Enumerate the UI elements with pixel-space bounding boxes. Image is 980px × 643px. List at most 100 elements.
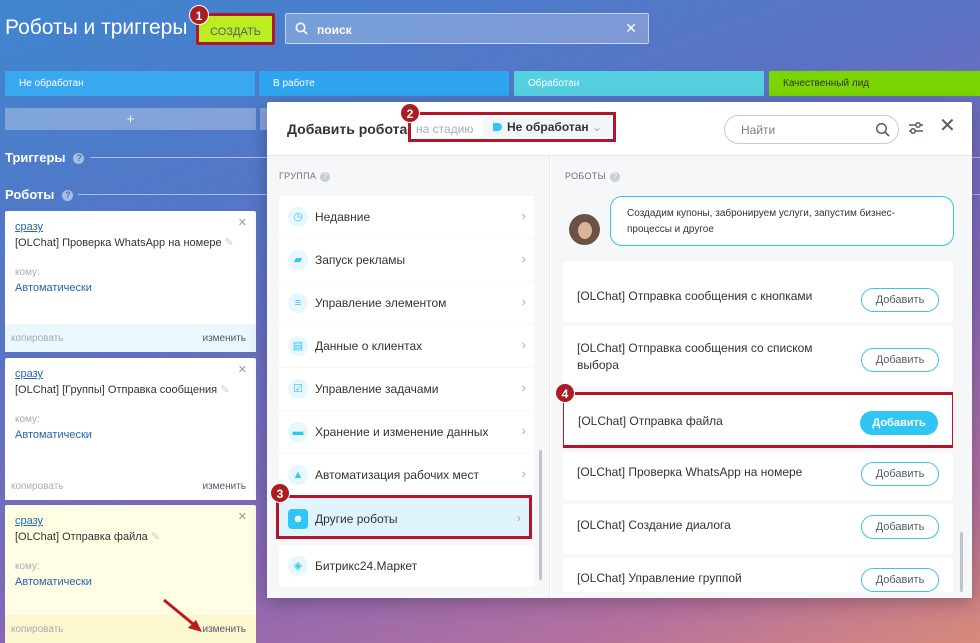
stage-not-processed[interactable]: Не обработан: [5, 71, 255, 96]
group-advertising[interactable]: ▰ Запуск рекламы ›: [279, 239, 534, 281]
robot-item-selected[interactable]: [OLChat] Отправка файла Добавить: [563, 392, 953, 448]
robots-label: Роботы: [5, 187, 55, 202]
close-icon[interactable]: ✕: [939, 116, 956, 136]
group-market[interactable]: ◈ Битрикс24.Маркет: [279, 545, 534, 587]
robots-panel: РОБОТЫ? Создадим купоны, забронируем усл…: [551, 156, 972, 598]
groups-panel: ГРУППА? ◷ Недавние › ▰ Запуск рекламы › ≡ Упр…: [267, 156, 550, 598]
group-label: Данные о клиентах: [315, 339, 423, 353]
delete-icon[interactable]: ✕: [238, 510, 247, 523]
robot-card[interactable]: сразу ✕ [OLChat] Проверка WhatsApp на но…: [5, 211, 256, 352]
robot-item[interactable]: [OLChat] Управление группой Добавить: [563, 558, 953, 592]
stage-processed[interactable]: Обработан: [514, 71, 764, 96]
robot-name: [OLChat] Отправка файла ✎: [15, 531, 161, 543]
group-label: Запуск рекламы: [315, 253, 406, 267]
recipient-label: кому:: [15, 561, 40, 572]
copy-link[interactable]: копировать: [11, 481, 64, 492]
condition-link[interactable]: сразу: [15, 221, 43, 233]
group-data[interactable]: ▬ Хранение и изменение данных ›: [279, 411, 534, 453]
robot-item[interactable]: [OLChat] Создание диалога Добавить: [563, 504, 953, 554]
settings-icon[interactable]: [908, 120, 924, 141]
group-label: Хранение и изменение данных: [315, 425, 489, 439]
add-button[interactable]: Добавить: [860, 411, 938, 435]
step-marker-2: 2: [400, 103, 420, 123]
clear-search-icon[interactable]: ✕: [625, 20, 637, 37]
robot-item[interactable]: [OLChat] Проверка WhatsApp на номере Доб…: [563, 452, 953, 500]
condition-link[interactable]: сразу: [15, 368, 43, 380]
pencil-icon[interactable]: ✎: [220, 384, 229, 396]
search-icon[interactable]: [875, 122, 890, 142]
search-placeholder: Найти: [741, 123, 776, 137]
pencil-icon[interactable]: ✎: [151, 531, 160, 543]
market-icon: ◈: [288, 556, 308, 576]
pencil-icon[interactable]: ✎: [225, 237, 234, 249]
chevron-right-icon: ›: [521, 466, 526, 481]
robots-heading: Роботы?: [5, 187, 74, 202]
id-card-icon: ▤: [288, 336, 308, 356]
robot-search-input[interactable]: Найти: [724, 115, 899, 144]
robot-item[interactable]: [OLChat] Отправка сообщения со списком в…: [563, 326, 953, 388]
stage-qualified-lead[interactable]: Качественный лид: [769, 71, 980, 96]
help-icon[interactable]: ?: [73, 153, 85, 165]
chevron-right-icon: ›: [521, 251, 526, 266]
group-tasks[interactable]: ☑ Управление задачами ›: [279, 368, 534, 410]
edit-link[interactable]: изменить: [202, 481, 246, 492]
copy-link[interactable]: копировать: [11, 333, 64, 344]
copy-link[interactable]: копировать: [11, 624, 64, 635]
divider: [90, 157, 267, 158]
help-icon[interactable]: ?: [320, 171, 331, 182]
scrollbar[interactable]: [960, 532, 963, 592]
triggers-label: Триггеры: [5, 150, 66, 165]
search-input[interactable]: поиск ✕: [285, 13, 649, 44]
card-footer: копировать изменить: [5, 324, 256, 352]
robot-item-label: [OLChat] Отправка файла: [578, 414, 723, 428]
stage-selector[interactable]: на стадию Не обработан ⌄: [408, 112, 616, 142]
avatar: [569, 214, 600, 245]
divider: [972, 157, 980, 158]
help-icon[interactable]: ?: [609, 171, 620, 182]
stage-in-progress[interactable]: В работе: [259, 71, 509, 96]
group-other-robots[interactable]: ☻ Другие роботы ›: [276, 495, 532, 539]
stage-label: Не обработан: [19, 78, 84, 89]
group-element[interactable]: ≡ Управление элементом ›: [279, 282, 534, 324]
robots-list: [OLChat] Отправка сообщения с кнопками Д…: [563, 262, 953, 592]
megaphone-icon: ▰: [288, 250, 308, 270]
help-icon[interactable]: ?: [62, 190, 74, 202]
group-workplace[interactable]: ▲ Автоматизация рабочих мест ›: [279, 454, 534, 496]
edit-link[interactable]: изменить: [202, 333, 246, 344]
dialog-title: Добавить робота: [287, 121, 408, 137]
workplace-icon: ▲: [288, 465, 308, 485]
add-robot-dialog: Добавить робота на стадию Не обработан ⌄…: [267, 102, 972, 598]
robot-card[interactable]: сразу ✕ [OLChat] Отправка файла ✎ кому: …: [5, 505, 256, 643]
group-label: Недавние: [315, 210, 371, 224]
stage-selector-value[interactable]: Не обработан ⌄: [483, 117, 613, 137]
add-button[interactable]: Добавить: [861, 348, 939, 372]
recipient-value[interactable]: Автоматически: [15, 282, 92, 294]
recipient-value[interactable]: Автоматически: [15, 576, 92, 588]
edit-link[interactable]: изменить: [202, 624, 246, 635]
recipient-value[interactable]: Автоматически: [15, 429, 92, 441]
add-button[interactable]: Добавить: [861, 515, 939, 539]
delete-icon[interactable]: ✕: [238, 216, 247, 229]
robot-item-label: [OLChat] Отправка сообщения со списком в…: [577, 341, 813, 372]
robot-item[interactable]: [OLChat] Отправка сообщения с кнопками Д…: [563, 262, 953, 322]
robot-card[interactable]: сразу ✕ [OLChat] [Группы] Отправка сообщ…: [5, 358, 256, 500]
step-marker-3: 3: [270, 483, 290, 503]
triggers-heading: Триггеры?: [5, 150, 85, 165]
add-button[interactable]: Добавить: [861, 462, 939, 486]
group-recent[interactable]: ◷ Недавние ›: [279, 196, 534, 238]
delete-icon[interactable]: ✕: [238, 363, 247, 376]
chevron-right-icon: ›: [521, 423, 526, 438]
step-marker-4: 4: [555, 383, 575, 403]
chevron-right-icon: ›: [521, 294, 526, 309]
group-label: Битрикс24.Маркет: [315, 559, 418, 573]
add-robot-button[interactable]: +: [5, 108, 256, 130]
chevron-right-icon: ›: [521, 380, 526, 395]
add-button[interactable]: Добавить: [861, 288, 939, 312]
condition-link[interactable]: сразу: [15, 515, 43, 527]
group-clients[interactable]: ▤ Данные о клиентах ›: [279, 325, 534, 367]
groups-header: ГРУППА?: [279, 171, 331, 182]
clock-icon: ◷: [288, 207, 308, 227]
scrollbar[interactable]: [539, 450, 542, 580]
stage-selector-label: на стадию: [416, 122, 474, 136]
add-button[interactable]: Добавить: [861, 568, 939, 592]
